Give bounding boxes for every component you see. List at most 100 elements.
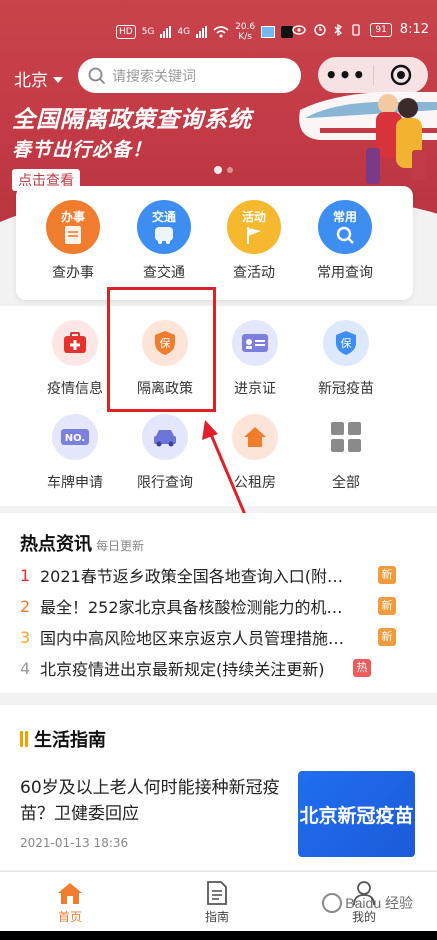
tab-guide[interactable]: 指南	[177, 878, 257, 925]
section-title: 热点资讯	[20, 534, 92, 555]
quick-entry-label: 查交通	[143, 265, 185, 281]
grid-icon	[323, 414, 369, 460]
article-thumbnail[interactable]: 北京新冠疫苗	[298, 771, 415, 857]
service-all[interactable]: 全部	[300, 414, 392, 492]
affairs-icon: 办事	[46, 200, 100, 254]
id-card-icon	[232, 320, 278, 366]
bluetooth-icon	[334, 23, 343, 36]
service-label: 全部	[332, 475, 360, 491]
news-badge: 新	[378, 566, 396, 584]
service-plate-apply[interactable]: NO. 车牌申请	[29, 414, 121, 492]
service-beijing-permit[interactable]: 进京证	[209, 320, 301, 398]
search-icon	[88, 67, 106, 84]
signal-icon	[160, 26, 172, 38]
banner-title: 全国隔离政策查询系统	[12, 107, 252, 133]
paw-icon	[322, 893, 343, 913]
search-input[interactable]	[112, 67, 292, 84]
net-4g-label: 4G	[177, 27, 191, 37]
shield-icon: 保	[323, 320, 369, 366]
quick-entry-traffic[interactable]: 交通 查交通	[119, 200, 209, 282]
medical-kit-icon	[52, 320, 98, 366]
news-item[interactable]: 3 国内中高风险地区来京返京人员管理措施… 新	[20, 625, 420, 649]
life-guide-section: 生活指南 60岁及以上老人何时能接种新冠疫苗？卫健委回应 2021-01-13 …	[0, 705, 437, 870]
news-badge: 新	[378, 597, 396, 615]
traffic-icon: 交通	[137, 200, 191, 254]
hot-news-header: 热点资讯 每日更新	[20, 530, 144, 556]
news-item[interactable]: 1 2021春节返乡政策全国各地查询入口(附… 新	[20, 563, 420, 587]
document-icon	[177, 878, 257, 908]
news-rank: 4	[20, 658, 31, 678]
service-label: 车牌申请	[47, 475, 103, 491]
news-title: 2021春节返乡政策全国各地查询入口(附…	[40, 567, 343, 586]
tab-label: 指南	[204, 910, 229, 924]
tab-home[interactable]: 首页	[30, 878, 110, 925]
news-badge: 新	[378, 628, 396, 646]
city-name: 北京	[14, 71, 48, 91]
news-rank: 3	[20, 627, 31, 647]
status-bar: HD 5G 4G 20.6 K/s 91 8:12	[0, 0, 437, 60]
article-title[interactable]: 60岁及以上老人何时能接种新冠疫苗？卫健委回应	[20, 775, 290, 827]
life-guide-header: 生活指南	[20, 726, 106, 752]
target-close-icon	[390, 64, 412, 86]
news-item[interactable]: 4 北京疫情进出京最新规定(持续关注更新) 热	[20, 656, 420, 680]
quick-entry-activity[interactable]: 活动 查活动	[209, 200, 299, 282]
tab-label: 首页	[57, 910, 82, 924]
news-item[interactable]: 2 最全！252家北京具备核酸检测能力的机… 新	[20, 594, 420, 618]
license-plate-icon: NO.	[52, 414, 98, 460]
quick-entry-tag: 办事	[60, 210, 85, 224]
service-label: 新冠疫苗	[318, 381, 374, 397]
article-date: 2021-01-13 18:36	[20, 836, 129, 850]
section-subtitle: 每日更新	[96, 539, 145, 553]
eye-icon	[292, 24, 307, 35]
svg-text:保: 保	[341, 336, 352, 350]
wifi-icon	[213, 26, 229, 38]
home-icon	[30, 878, 110, 908]
banner-subtitle: 春节出行必备！	[12, 139, 153, 161]
system-nav-bar	[0, 931, 437, 940]
alarm-icon	[314, 23, 327, 36]
close-miniprogram-button[interactable]	[374, 64, 428, 86]
news-title: 国内中高风险地区来京返京人员管理措施…	[40, 629, 345, 648]
vibrate-icon	[352, 23, 360, 36]
car-icon	[142, 414, 188, 460]
net-speed: 20.6 K/s	[235, 22, 255, 42]
hot-news-section: 热点资讯 每日更新 1 2021春节返乡政策全国各地查询入口(附… 新 2 最全…	[0, 513, 437, 693]
section-title: 生活指南	[34, 730, 106, 751]
carousel-dot-active	[214, 166, 222, 174]
svg-text:NO.: NO.	[65, 433, 85, 444]
news-title: 北京疫情进出京最新规定(持续关注更新)	[40, 660, 325, 679]
quick-entry-label: 查办事	[52, 265, 94, 281]
quick-entry-tag: 活动	[241, 210, 266, 224]
search-bar[interactable]	[78, 58, 301, 93]
quick-entry-common[interactable]: 常用 常用查询	[300, 200, 390, 282]
service-vaccine[interactable]: 保 新冠疫苗	[300, 320, 392, 398]
quick-entry-tag: 交通	[151, 210, 176, 224]
news-title: 最全！252家北京具备核酸检测能力的机…	[40, 598, 343, 617]
city-selector[interactable]: 北京	[14, 66, 63, 91]
quick-entry-tag: 常用	[332, 210, 357, 224]
quick-entry-card: 办事 查办事 交通 查交通 活动 查活动 常用 常用查询	[16, 186, 413, 300]
watermark-text: Baidu 经验	[345, 895, 413, 911]
quick-entry-label: 查活动	[233, 265, 275, 281]
miniprogram-capsule: •••	[318, 57, 428, 93]
signal-icon	[196, 26, 208, 38]
caret-down-icon	[53, 76, 63, 83]
document-icon	[65, 226, 81, 244]
service-label: 进京证	[234, 381, 276, 397]
net-speed-value: 20.6	[235, 22, 256, 32]
net-speed-unit: K/s	[238, 32, 252, 42]
net-5g-label: 5G	[141, 27, 155, 37]
app-notification-icon	[261, 26, 276, 38]
battery-indicator: 91	[370, 22, 392, 37]
magnifier-icon	[336, 226, 354, 244]
news-rank: 2	[20, 596, 31, 616]
thumbnail-text: 北京新冠疫苗	[299, 804, 414, 827]
news-badge: 热	[353, 659, 371, 677]
quick-entry-label: 常用查询	[317, 265, 373, 281]
more-menu-button[interactable]: •••	[318, 57, 373, 93]
highlight-box	[107, 287, 216, 412]
clock: 8:12	[399, 22, 429, 37]
quick-entry-affairs[interactable]: 办事 查办事	[28, 200, 118, 282]
baidu-watermark: Baidu 经验	[322, 893, 413, 913]
activity-icon: 活动	[227, 200, 281, 254]
